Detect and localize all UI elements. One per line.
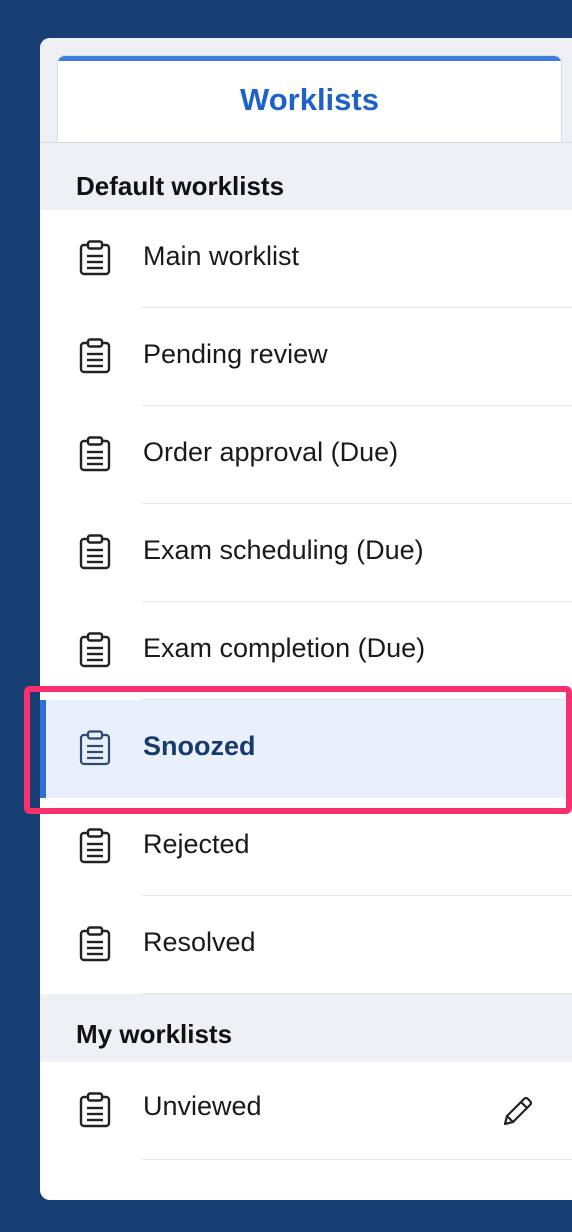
section-title-mine: My worklists	[76, 1019, 233, 1049]
worklist-item-main[interactable]: Main worklist	[40, 210, 572, 308]
tab-worklists[interactable]: Worklists	[57, 55, 562, 142]
clipboard-icon	[79, 1092, 111, 1128]
section-header-mine: My worklists	[40, 994, 572, 1062]
worklist-item-label: Main worklist	[143, 241, 300, 271]
worklist-item-resolved[interactable]: Resolved	[40, 896, 572, 994]
section-title-default: Default worklists	[76, 171, 285, 201]
clipboard-icon	[79, 534, 111, 570]
divider	[142, 1159, 572, 1160]
tab-worklists-label: Worklists	[240, 82, 379, 117]
tab-bar: Worklists	[40, 38, 572, 143]
clipboard-icon	[79, 436, 111, 472]
worklist-item-rejected[interactable]: Rejected	[40, 798, 572, 896]
worklist-item-label: Order approval (Due)	[143, 437, 399, 467]
worklist-item-label: Unviewed	[143, 1091, 262, 1121]
clipboard-icon	[79, 632, 111, 668]
clipboard-icon	[79, 730, 111, 766]
clipboard-icon	[79, 926, 111, 962]
worklist-item-label: Pending review	[143, 339, 328, 369]
clipboard-icon	[79, 240, 111, 276]
worklist-item-label: Exam scheduling (Due)	[143, 535, 424, 565]
worklist-item-unviewed[interactable]: Unviewed	[40, 1062, 572, 1160]
section-header-default: Default worklists	[40, 143, 572, 211]
worklist-item-exam-completion[interactable]: Exam completion (Due)	[40, 602, 572, 700]
worklists-panel: Worklists Default worklists Main worklis…	[40, 38, 572, 1200]
worklist-item-label: Snoozed	[143, 731, 256, 761]
pencil-icon[interactable]	[501, 1094, 535, 1128]
clipboard-icon	[79, 828, 111, 864]
worklist-item-exam-scheduling[interactable]: Exam scheduling (Due)	[40, 504, 572, 602]
clipboard-icon	[79, 338, 111, 374]
worklist-item-label: Exam completion (Due)	[143, 633, 426, 663]
worklist-item-label: Rejected	[143, 829, 250, 859]
worklist-item-label: Resolved	[143, 927, 256, 957]
worklist-item-order-approval[interactable]: Order approval (Due)	[40, 406, 572, 504]
worklist-item-pending-review[interactable]: Pending review	[40, 308, 572, 406]
worklist-item-snoozed[interactable]: Snoozed	[40, 700, 572, 798]
